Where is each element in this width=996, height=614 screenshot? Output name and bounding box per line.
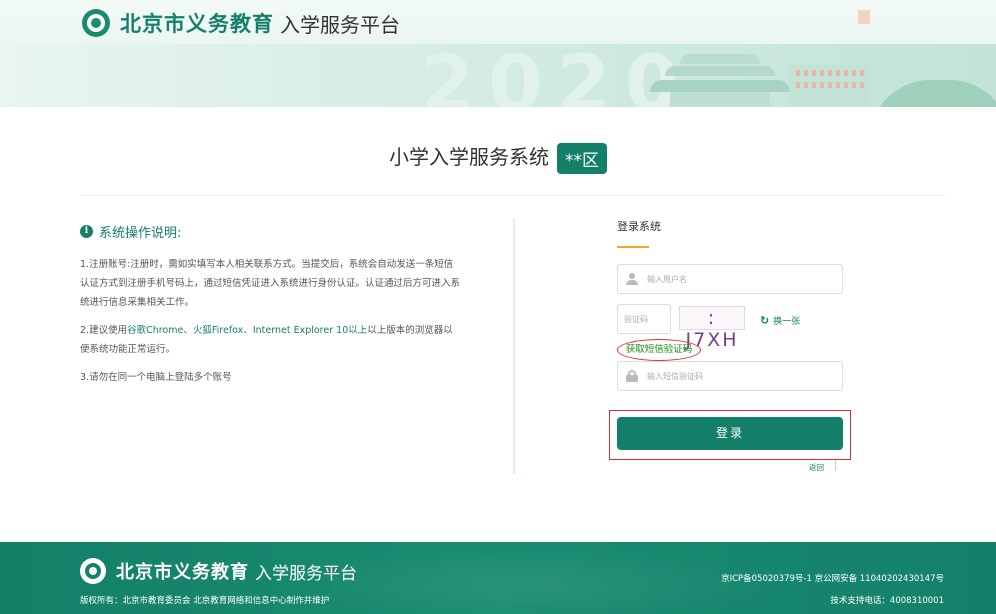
login-title: 登录系统 bbox=[617, 218, 845, 248]
refresh-captcha-button[interactable]: ↻ 换一张 bbox=[760, 314, 800, 327]
title-divider bbox=[80, 195, 946, 196]
instructions-panel: i 系统操作说明: 1.注册账号:注册时，需如实填写本人相关联系方式。当提交后，… bbox=[80, 222, 460, 396]
instruction-item-3: 3.请勿在同一个电脑上登陆多个账号 bbox=[80, 372, 232, 383]
icp-record[interactable]: 京ICP备05020379号-1 京公网安备 11040202430147号 bbox=[721, 572, 944, 584]
back-separator bbox=[835, 460, 836, 471]
back-link[interactable]: 返回 bbox=[809, 462, 824, 473]
info-icon: i bbox=[80, 225, 93, 238]
login-button[interactable]: 登录 bbox=[617, 417, 843, 450]
instruction-item-1: 1.注册账号:注册时，需如实填写本人相关联系方式。当提交后，系统会自动发送一条短… bbox=[80, 259, 461, 308]
brand-subtitle: 入学服务平台 bbox=[280, 12, 400, 37]
ie-link[interactable]: Internet Explorer 10以上 bbox=[253, 325, 367, 336]
vertical-divider bbox=[513, 218, 515, 474]
login-panel: 登录系统 输入用户名 验证码 : J7XH ↻ 换一张 获取短信验证码 输入短信… bbox=[609, 218, 851, 472]
username-field[interactable]: 输入用户名 bbox=[617, 264, 843, 294]
page-footer: 北京市义务教育 入学服务平台 版权所有：北京市教育委员会 北京教育网络和信息中心… bbox=[0, 542, 996, 614]
page-header: 2020 北京市义务教育 入学服务平台 bbox=[0, 0, 996, 107]
footer-brand-name: 北京市义务教育 bbox=[116, 562, 249, 583]
temple-illustration bbox=[640, 48, 800, 107]
instructions-title: 系统操作说明: bbox=[99, 226, 182, 241]
refresh-label: 换一张 bbox=[773, 317, 801, 327]
lock-icon bbox=[626, 370, 638, 382]
system-name: 小学入学服务系统 bbox=[389, 145, 549, 169]
logo-icon bbox=[82, 9, 110, 37]
header-brand[interactable]: 北京市义务教育 入学服务平台 bbox=[82, 8, 400, 38]
captcha-field[interactable]: 验证码 bbox=[617, 304, 671, 334]
instructions-heading: i 系统操作说明: bbox=[80, 222, 460, 241]
copyright-text: 版权所有：北京市教育委员会 北京教育网络和信息中心制作并维护 bbox=[80, 596, 330, 606]
username-placeholder: 输入用户名 bbox=[647, 274, 687, 284]
brand-name: 北京市义务教育 bbox=[120, 12, 274, 36]
support-phone: 技术支持电话：4008310001 bbox=[830, 596, 944, 606]
user-icon bbox=[626, 273, 638, 285]
flag-icon bbox=[858, 10, 870, 24]
chrome-link[interactable]: 谷歌Chrome bbox=[127, 325, 183, 336]
captcha-image[interactable]: : J7XH bbox=[679, 306, 745, 351]
get-sms-code-link[interactable]: 获取短信验证码 bbox=[617, 339, 701, 361]
instruction-item-2: 2.建议使用谷歌Chrome、火狐Firefox、Internet Explor… bbox=[80, 325, 453, 355]
captcha-placeholder: 验证码 bbox=[624, 314, 648, 324]
refresh-icon: ↻ bbox=[760, 314, 770, 327]
district-badge: **区 bbox=[557, 143, 607, 174]
sms-placeholder: 输入短信验证码 bbox=[647, 371, 703, 381]
footer-logo-icon bbox=[80, 558, 106, 584]
sms-code-field[interactable]: 输入短信验证码 bbox=[617, 361, 843, 391]
page-title: 小学入学服务系统 **区 bbox=[0, 141, 996, 174]
firefox-link[interactable]: 火狐Firefox bbox=[193, 325, 243, 336]
footer-brand-subtitle: 入学服务平台 bbox=[255, 563, 357, 584]
footer-brand: 北京市义务教育 入学服务平台 bbox=[80, 558, 357, 584]
building-illustration bbox=[790, 64, 870, 107]
